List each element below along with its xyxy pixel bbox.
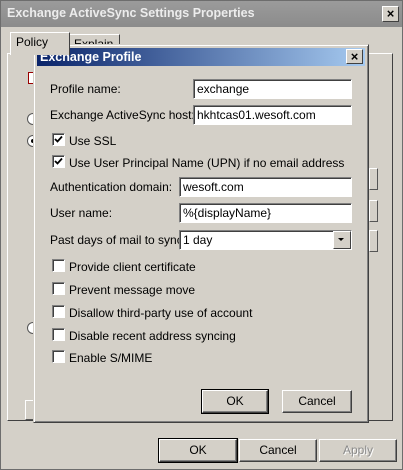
client-certificate-checkbox[interactable] (52, 259, 65, 272)
use-ssl-label: Use SSL (69, 134, 117, 148)
disable-recent-address-checkbox[interactable] (52, 328, 65, 341)
dialog-close-button[interactable]: × (346, 49, 363, 64)
properties-window-title: Exchange ActiveSync Settings Properties (7, 6, 255, 20)
checkmark-icon (54, 135, 63, 143)
host-field[interactable]: hkhtcas01.wesoft.com (193, 105, 352, 125)
dialog-cancel-button[interactable]: Cancel (282, 390, 352, 413)
dialog-title-bar: Exchange Profile × (37, 48, 365, 66)
profile-name-value: exchange (197, 82, 250, 96)
panel-scroll-segment (369, 230, 378, 252)
properties-ok-button[interactable]: OK (158, 438, 238, 463)
user-name-label: User name: (50, 206, 113, 220)
profile-name-field[interactable]: exchange (193, 79, 352, 99)
disallow-third-party-label: Disallow third-party use of account (69, 306, 253, 320)
use-ssl-checkbox[interactable] (52, 133, 65, 146)
properties-title-bar: Exchange ActiveSync Settings Properties … (1, 1, 402, 27)
close-icon: × (350, 49, 359, 64)
exchange-profile-dialog: Exchange Profile × Profile name: exchang… (33, 44, 369, 423)
tab-policy[interactable]: Policy (10, 32, 70, 55)
host-value: hkhtcas01.wesoft.com (197, 108, 316, 122)
disable-recent-address-label: Disable recent address syncing (69, 329, 236, 343)
prevent-move-checkbox[interactable] (52, 282, 65, 295)
past-days-label: Past days of mail to sync: (50, 233, 187, 247)
close-icon: × (386, 6, 395, 21)
properties-cancel-button[interactable]: Cancel (239, 439, 317, 462)
client-certificate-label: Provide client certificate (69, 260, 196, 274)
prevent-move-label: Prevent message move (69, 283, 196, 297)
checkmark-icon (54, 157, 63, 165)
profile-name-label: Profile name: (50, 82, 121, 96)
dialog-ok-button[interactable]: OK (201, 389, 269, 414)
auth-domain-label: Authentication domain: (50, 180, 173, 194)
past-days-dropdown-button[interactable] (333, 231, 351, 249)
auth-domain-value: wesoft.com (183, 180, 244, 194)
panel-scroll-segment (369, 200, 378, 222)
use-upn-checkbox[interactable] (52, 155, 65, 168)
enable-smime-label: Enable S/MIME (69, 351, 153, 365)
dropdown-arrow-icon (338, 238, 344, 241)
use-upn-label: Use User Principal Name (UPN) if no emai… (69, 156, 345, 170)
properties-close-button[interactable]: × (382, 6, 399, 22)
past-days-select[interactable]: 1 day (179, 230, 352, 250)
host-label: Exchange ActiveSync host: (50, 108, 195, 122)
properties-apply-button[interactable]: Apply (319, 439, 397, 462)
user-name-value: %{displayName} (183, 206, 272, 220)
user-name-field[interactable]: %{displayName} (179, 203, 352, 223)
panel-scroll-segment (369, 168, 378, 190)
past-days-value: 1 day (183, 233, 213, 247)
disallow-third-party-checkbox[interactable] (52, 305, 65, 318)
auth-domain-field[interactable]: wesoft.com (179, 177, 352, 197)
enable-smime-checkbox[interactable] (52, 350, 65, 363)
